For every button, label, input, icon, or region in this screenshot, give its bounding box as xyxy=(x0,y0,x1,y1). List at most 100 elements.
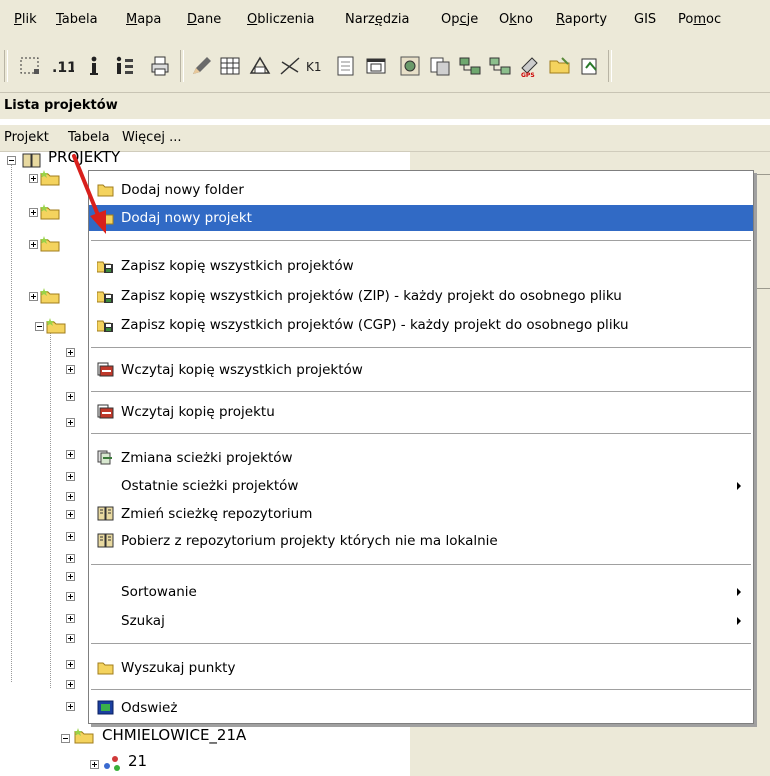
menu-tabela[interactable]: Tabela xyxy=(56,12,98,27)
toolbar-end-separator xyxy=(608,50,612,82)
tree-collapse-toggle[interactable] xyxy=(35,322,44,331)
tree-expand-toggle[interactable] xyxy=(66,592,75,601)
panel-menu-projekt[interactable]: Projekt xyxy=(4,130,49,145)
repository-icon xyxy=(97,506,114,521)
select-rect-icon[interactable] xyxy=(18,54,42,78)
backup-cgp-icon xyxy=(97,320,113,332)
menu-plik[interactable]: Plik xyxy=(14,12,37,27)
menu-separator xyxy=(91,347,751,349)
info-icon[interactable] xyxy=(82,54,106,78)
menu-item-dodaj-projekt[interactable]: Dodaj nowy projekt xyxy=(89,205,753,231)
tree-expand-toggle[interactable] xyxy=(66,365,75,374)
menu-pomoc[interactable]: Pomoc xyxy=(678,12,721,27)
menu-item-zmiana-sciezki[interactable]: Zmiana scieżki projektów xyxy=(89,445,753,471)
pencil-icon[interactable] xyxy=(190,54,214,78)
refresh-icon xyxy=(97,700,114,715)
points-icon xyxy=(104,756,120,771)
menu-narzedzia[interactable]: Narzędzia xyxy=(345,12,410,27)
change-path-icon xyxy=(97,450,112,465)
tree-expand-toggle[interactable] xyxy=(29,174,38,183)
tree-expand-toggle[interactable] xyxy=(66,492,75,501)
context-menu: Dodaj nowy folder Dodaj nowy projekt Zap… xyxy=(88,170,754,724)
restore-all-icon xyxy=(97,362,114,377)
tree-root-label[interactable]: PROJEKTY xyxy=(48,148,120,166)
menu-item-wyszukaj-punkty[interactable]: Wyszukaj punkty xyxy=(89,655,753,681)
tree-child-label[interactable]: 21 xyxy=(128,752,147,770)
panel-menu-tabela[interactable]: Tabela xyxy=(68,130,110,145)
tree-expand-toggle[interactable] xyxy=(66,418,75,427)
menu-item-wczytaj-wszystkie[interactable]: Wczytaj kopię wszystkich projektów xyxy=(89,357,753,383)
tree-expand-toggle[interactable] xyxy=(66,554,75,563)
tree-expand-toggle[interactable] xyxy=(66,532,75,541)
k1-icon[interactable]: K1 xyxy=(304,54,328,78)
menu-item-ostatnie-sciezki[interactable]: Ostatnie scieżki projektów xyxy=(89,473,753,499)
tree-expand-toggle[interactable] xyxy=(29,240,38,249)
folder-star-icon xyxy=(74,728,94,744)
signal-count-text: .11 xyxy=(52,60,74,76)
folder-open-icon[interactable] xyxy=(548,54,572,78)
menu-item-zapisz-kopie-cgp[interactable]: Zapisz kopię wszystkich projektów (CGP) … xyxy=(89,312,753,338)
cross-lines-icon[interactable] xyxy=(278,54,302,78)
map-icon[interactable] xyxy=(398,54,422,78)
toolbar-grip xyxy=(4,50,8,82)
menu-item-zmien-repozytorium[interactable]: Zmień scieżkę repozytorium xyxy=(89,501,753,527)
panel-title-bar: Lista projektów xyxy=(0,93,770,119)
network2-icon[interactable] xyxy=(488,54,512,78)
tree-line xyxy=(11,162,12,682)
tree-expand-toggle[interactable] xyxy=(66,572,75,581)
tree-expand-toggle[interactable] xyxy=(29,292,38,301)
menu-separator xyxy=(91,564,751,566)
export-icon[interactable] xyxy=(578,54,602,78)
table-icon[interactable] xyxy=(218,54,242,78)
menu-item-zapisz-kopie[interactable]: Zapisz kopię wszystkich projektów xyxy=(89,253,753,279)
menu-item-sortowanie[interactable]: Sortowanie xyxy=(89,579,753,605)
repository-download-icon xyxy=(97,533,114,548)
window-icon[interactable] xyxy=(364,54,388,78)
submenu-arrow-icon xyxy=(737,588,741,596)
tree-expand-toggle[interactable] xyxy=(29,208,38,217)
tree-expand-toggle[interactable] xyxy=(66,472,75,481)
tree-expand-toggle[interactable] xyxy=(66,450,75,459)
tree-expand-toggle[interactable] xyxy=(66,660,75,669)
menu-item-pobierz-repozytorium[interactable]: Pobierz z repozytorium projekty których … xyxy=(89,528,753,554)
menu-okno[interactable]: Okno xyxy=(499,12,533,27)
info-list-icon[interactable] xyxy=(112,54,136,78)
menu-item-dodaj-folder[interactable]: Dodaj nowy folder xyxy=(89,177,753,203)
menu-item-odswiez[interactable]: Odswież xyxy=(89,695,753,721)
tree-node-label[interactable]: CHMIELOWICE_21A xyxy=(102,726,246,744)
tree-expand-toggle[interactable] xyxy=(66,510,75,519)
copy-icon[interactable] xyxy=(428,54,452,78)
folder-search-icon xyxy=(97,662,114,675)
triangle-icon[interactable] xyxy=(248,54,272,78)
menu-dane[interactable]: Dane xyxy=(187,12,221,27)
print-icon[interactable] xyxy=(148,54,172,78)
gps-icon[interactable]: GPS xyxy=(518,54,542,78)
signal-icon[interactable]: .11 xyxy=(50,54,74,78)
toolbar: .11 K1 GPS xyxy=(0,40,770,93)
menu-item-wczytaj-projekt[interactable]: Wczytaj kopię projektu xyxy=(89,399,753,425)
network-icon[interactable] xyxy=(458,54,482,78)
root-collapse-toggle[interactable] xyxy=(7,156,16,165)
menu-bar: Plik Tabela Mapa Dane Obliczenia Narzędz… xyxy=(0,0,770,40)
panel-menu-wiecej[interactable]: Więcej ... xyxy=(122,130,181,145)
menu-raporty[interactable]: Raporty xyxy=(556,12,607,27)
tree-expand-toggle[interactable] xyxy=(66,634,75,643)
folder-star-icon xyxy=(40,204,60,220)
tree-expand-toggle[interactable] xyxy=(66,702,75,711)
backup-zip-icon xyxy=(97,291,113,303)
menu-opcje[interactable]: Opcje xyxy=(441,12,478,27)
menu-gis[interactable]: GIS xyxy=(634,12,656,27)
folder-star-icon xyxy=(40,236,60,252)
menu-item-szukaj[interactable]: Szukaj xyxy=(89,608,753,634)
menu-obliczenia[interactable]: Obliczenia xyxy=(247,12,315,27)
menu-item-zapisz-kopie-zip[interactable]: Zapisz kopię wszystkich projektów (ZIP) … xyxy=(89,283,753,309)
tree-expand-toggle[interactable] xyxy=(66,392,75,401)
tree-expand-toggle[interactable] xyxy=(66,348,75,357)
tree-expand-toggle[interactable] xyxy=(66,614,75,623)
folder-star-icon xyxy=(46,318,66,334)
tree-expand-toggle[interactable] xyxy=(66,680,75,689)
document-icon[interactable] xyxy=(334,54,358,78)
menu-mapa[interactable]: Mapa xyxy=(126,12,161,27)
tree-collapse-toggle[interactable] xyxy=(61,734,70,743)
tree-expand-toggle[interactable] xyxy=(90,760,99,769)
